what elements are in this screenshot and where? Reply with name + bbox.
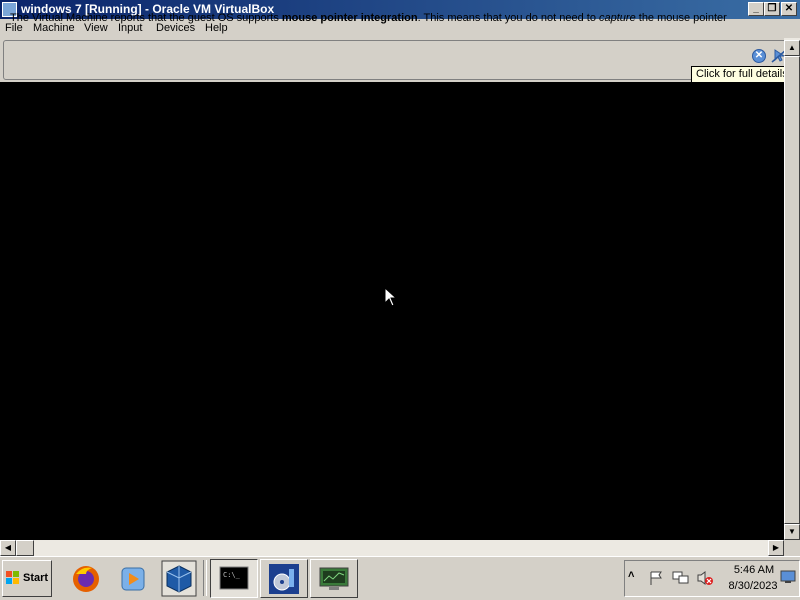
clock-time[interactable]: 5:46 AM	[724, 564, 784, 576]
info-close-icon[interactable]: ✕	[752, 49, 766, 63]
taskbar-window-network-manager[interactable]	[310, 559, 358, 598]
vm-display[interactable]	[0, 82, 784, 540]
show-hidden-icon[interactable]: ˄	[628, 569, 640, 581]
clock-date[interactable]: 8/30/2023	[720, 580, 786, 592]
windows-logo-icon	[6, 571, 19, 584]
scroll-right-button[interactable]: ▶	[768, 540, 784, 556]
show-desktop-icon[interactable]	[780, 570, 796, 584]
volume-muted-icon[interactable]	[696, 570, 714, 586]
command-prompt-icon: C:\_	[219, 566, 249, 590]
mouse-pointer-icon	[384, 287, 398, 307]
network-icon[interactable]	[672, 570, 690, 586]
notification-panel	[3, 40, 792, 80]
tooltip: Click for full details	[691, 66, 791, 83]
firefox-icon[interactable]	[68, 560, 104, 597]
notification-text-after: the mouse pointer	[635, 12, 727, 24]
start-button[interactable]: Start	[2, 560, 52, 597]
network-manager-icon	[319, 567, 349, 590]
horizontal-scroll-thumb[interactable]	[16, 540, 34, 556]
close-button[interactable]: ✕	[781, 2, 797, 16]
media-player-icon[interactable]	[115, 560, 151, 597]
virtualbox-icon[interactable]	[161, 560, 197, 597]
horizontal-scrollbar[interactable]	[0, 540, 784, 556]
scrollbar-corner	[784, 540, 800, 556]
notification-text-before: The Virtual Machine reports that the gue…	[10, 12, 282, 24]
restore-button[interactable]: ❐	[764, 2, 780, 16]
action-center-flag-icon[interactable]	[648, 570, 664, 586]
scroll-left-button[interactable]: ◀	[0, 540, 16, 556]
taskbar-window-command-prompt[interactable]: C:\_	[210, 559, 258, 598]
notification-message: The Virtual Machine reports that the gue…	[10, 12, 727, 24]
minimize-button[interactable]: _	[748, 2, 764, 16]
notification-text-italic: capture	[599, 12, 636, 24]
scroll-down-button[interactable]: ▼	[784, 524, 800, 540]
scroll-up-button[interactable]: ▲	[784, 40, 800, 56]
media-center-icon	[269, 564, 299, 594]
taskbar-separator	[203, 560, 207, 596]
svg-text:C:\_: C:\_	[223, 571, 241, 579]
notification-text-middle: . This means that you do not need to	[417, 12, 599, 24]
start-label: Start	[23, 572, 49, 584]
vertical-scroll-thumb[interactable]	[784, 56, 800, 524]
notification-text-bold: mouse pointer integration	[281, 12, 418, 24]
taskbar-window-media-center[interactable]	[260, 559, 308, 598]
